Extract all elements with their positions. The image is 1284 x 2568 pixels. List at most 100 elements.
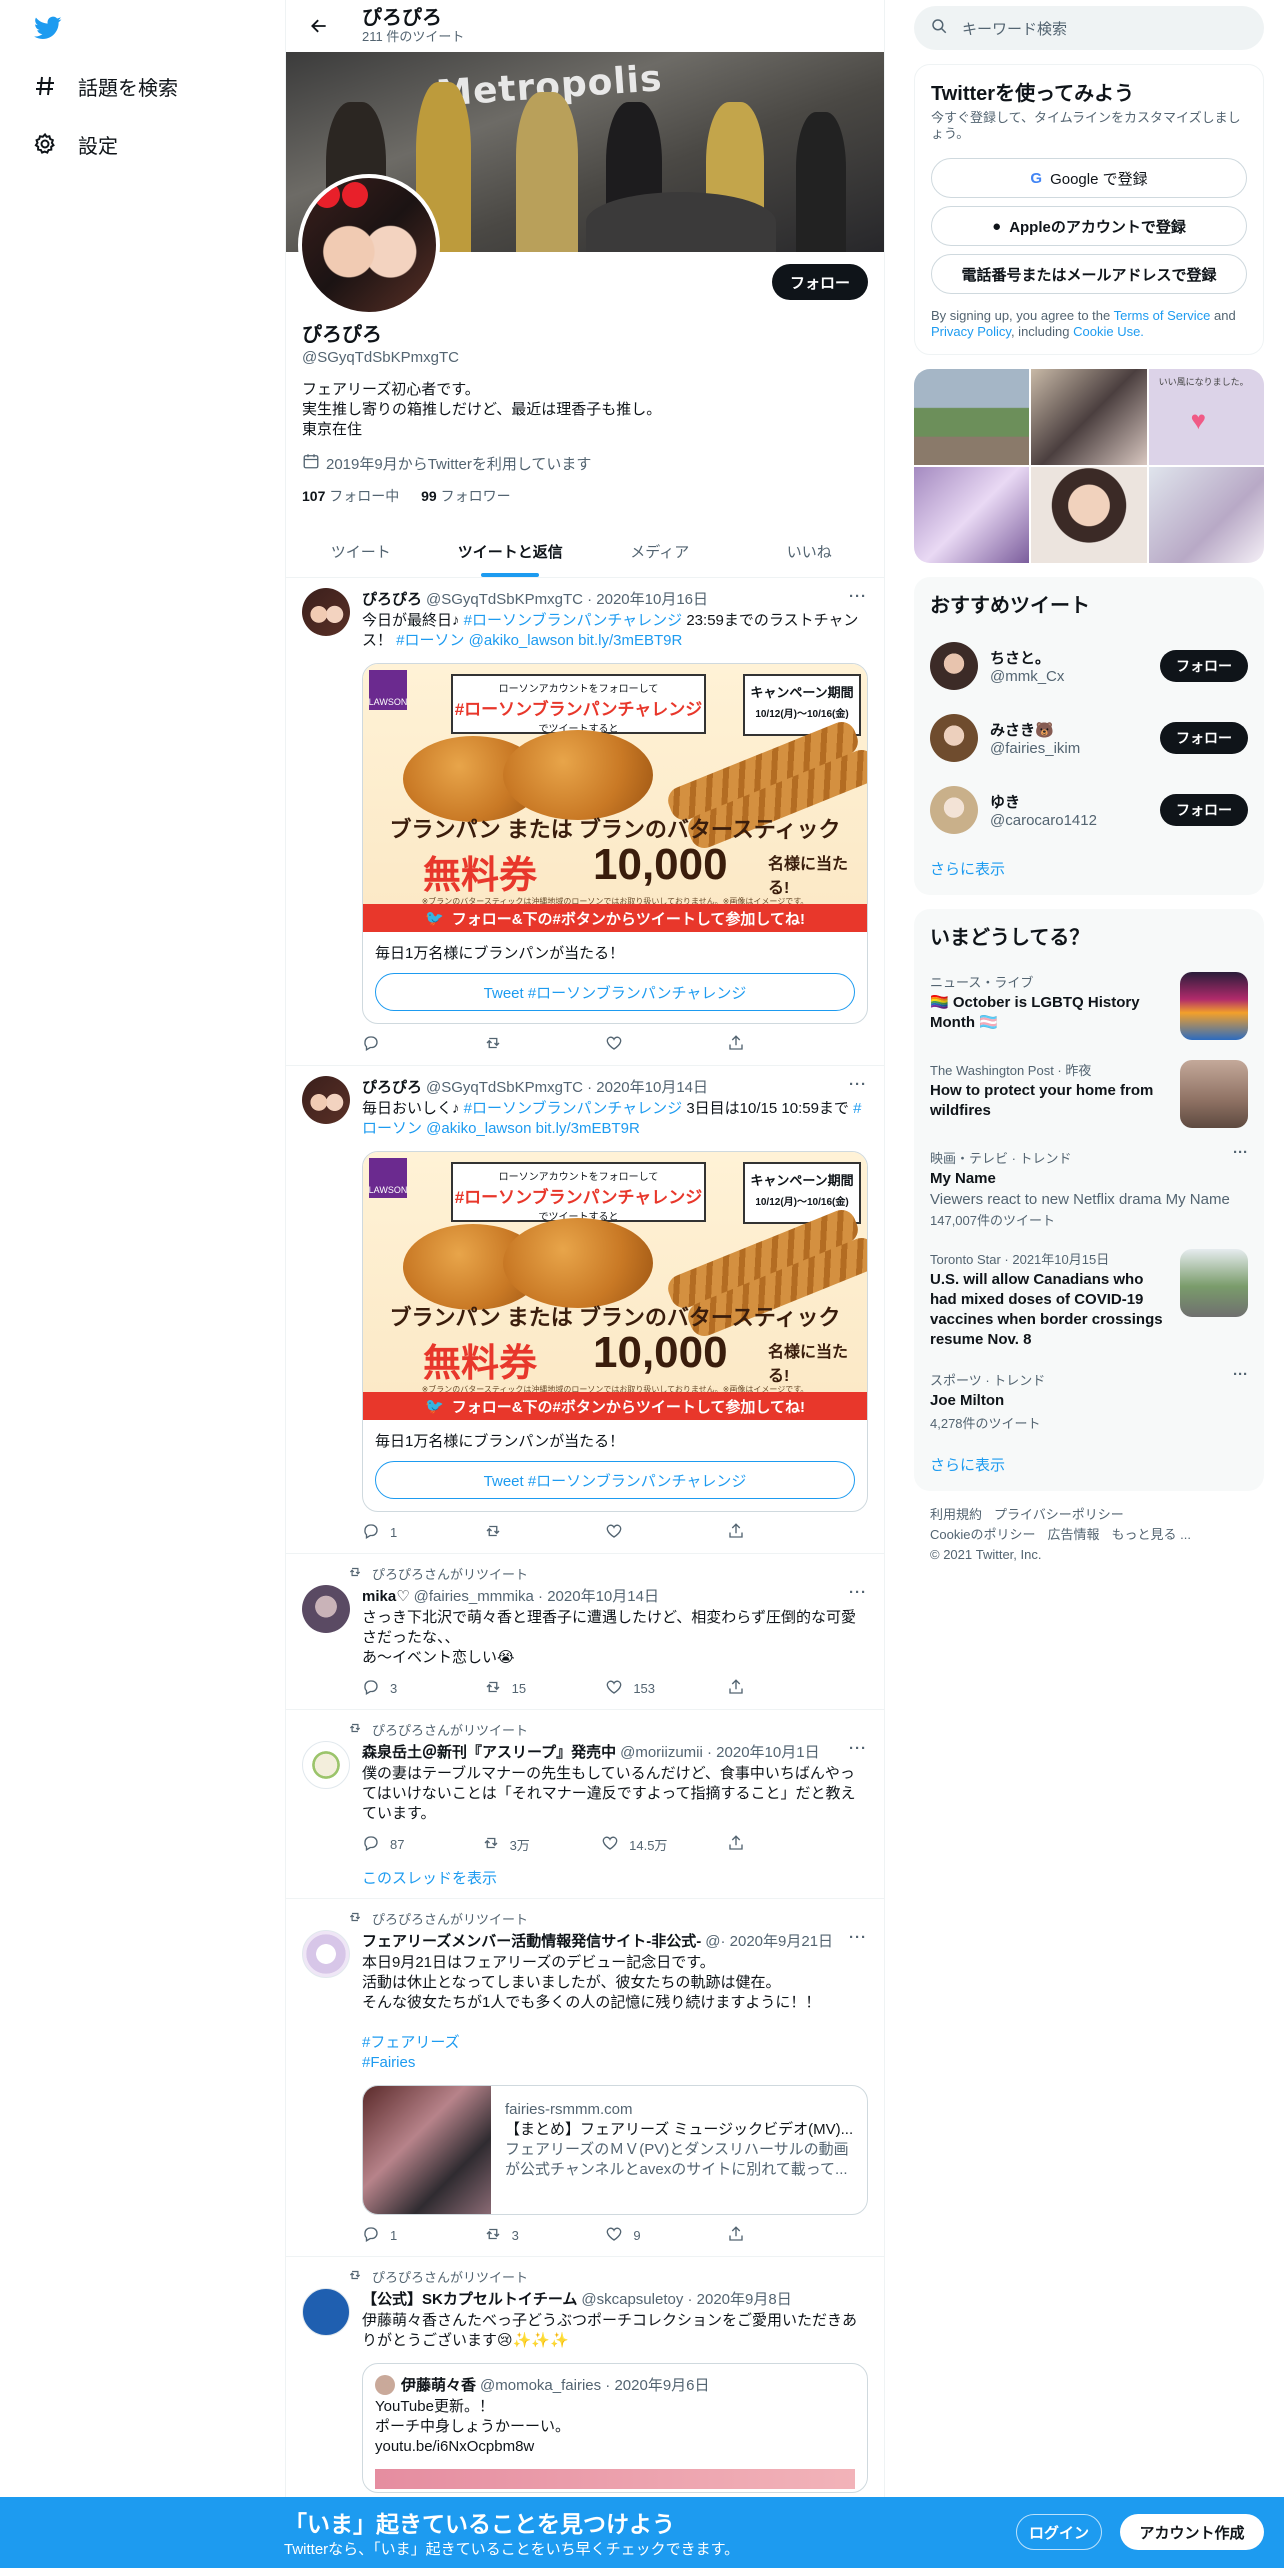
- media-thumb[interactable]: [914, 467, 1030, 563]
- quoted-tweet[interactable]: 伊藤萌々香 @momoka_fairies · 2020年9月6日 YouTube…: [362, 2363, 868, 2493]
- avatar[interactable]: [930, 714, 978, 762]
- create-account-button[interactable]: アカウント作成: [1120, 2514, 1264, 2550]
- login-button[interactable]: ログイン: [1016, 2514, 1102, 2550]
- avatar[interactable]: [302, 1741, 350, 1789]
- hashtag-link[interactable]: #ローソンブランパンチャレンジ: [464, 612, 683, 629]
- tweet[interactable]: ぴろぴろさんがリツイート ··· フェアリーズメンバー活動情報発信サイト-非公式…: [286, 1899, 884, 2257]
- more-options-icon[interactable]: ···: [848, 588, 868, 605]
- tweet[interactable]: ぴろぴろさんがリツイート 【公式】SKカプセルトイチーム @skcapsuleto…: [286, 2257, 884, 2500]
- follow-button[interactable]: フォロー: [1160, 650, 1248, 682]
- hashtag-link[interactable]: #ローソンブランパンチャレンジ: [464, 1100, 683, 1117]
- footer-link[interactable]: もっと見る ...: [1111, 1527, 1190, 1542]
- tweet-author[interactable]: ぴろぴろ: [362, 588, 422, 609]
- tweet-author[interactable]: ぴろぴろ: [362, 1076, 422, 1097]
- like-button[interactable]: 153: [605, 1678, 665, 1699]
- like-button[interactable]: 9: [605, 2225, 665, 2246]
- footer-link[interactable]: プライバシーポリシー: [994, 1507, 1124, 1522]
- share-button[interactable]: [727, 1678, 787, 1699]
- tab-media[interactable]: メディア: [585, 526, 735, 577]
- avatar[interactable]: [302, 1930, 350, 1978]
- footer-link[interactable]: Cookieのポリシー: [930, 1527, 1035, 1542]
- tweet-links[interactable]: #ローソン @akiko_lawson bit.ly/3mEBT9R: [396, 632, 682, 649]
- share-button[interactable]: [727, 1034, 787, 1055]
- retweet-button[interactable]: 3万: [482, 1834, 542, 1855]
- avatar[interactable]: [302, 1076, 350, 1124]
- trend-item[interactable]: Toronto Star · 2021年10月15日 U.S. will allo…: [914, 1239, 1264, 1360]
- retweet-button[interactable]: 3: [484, 2225, 544, 2246]
- media-thumb[interactable]: [914, 369, 1030, 465]
- follow-suggestion[interactable]: ゆき @carocaro1412 フォロー: [914, 774, 1264, 846]
- hashtag-link[interactable]: #フェアリーズ: [362, 2033, 868, 2053]
- tweet[interactable]: ぴろぴろさんがリツイート ··· mika♡ @fairies_mmmika · …: [286, 1554, 884, 1710]
- apple-signup-button[interactable]: ● Appleのアカウントで登録: [931, 206, 1247, 246]
- media-thumb[interactable]: いい風になりました。 ♥: [1148, 369, 1264, 465]
- media-thumb[interactable]: [1031, 467, 1147, 563]
- reply-button[interactable]: 3: [362, 1678, 422, 1699]
- cookie-link[interactable]: Cookie Use.: [1073, 324, 1144, 339]
- more-options-icon[interactable]: ···: [1233, 1366, 1248, 1383]
- follow-suggestion[interactable]: ちさと。 @mmk_Cx フォロー: [914, 630, 1264, 702]
- retweet-button[interactable]: [484, 1034, 544, 1055]
- search-bar[interactable]: キーワード検索: [914, 6, 1264, 50]
- media-thumb[interactable]: [1031, 369, 1147, 465]
- card-tweet-button[interactable]: Tweet #ローソンブランパンチャレンジ: [375, 1461, 855, 1499]
- retweet-button[interactable]: 15: [484, 1678, 544, 1699]
- reply-button[interactable]: 87: [362, 1834, 422, 1855]
- tweet[interactable]: ぴろぴろさんがリツイート ··· 森泉岳土＠新刊『アスリープ』発売中 @morii…: [286, 1710, 884, 1899]
- card-tweet-button[interactable]: Tweet #ローソンブランパンチャレンジ: [375, 973, 855, 1011]
- retweet-button[interactable]: [484, 1522, 544, 1543]
- followers-link[interactable]: 99 フォロワー: [421, 488, 510, 504]
- trend-item[interactable]: ··· 映画・テレビ · トレンド My Name Viewers react to…: [914, 1138, 1264, 1239]
- follow-suggestion[interactable]: みさき🐻 @fairies_ikim フォロー: [914, 702, 1264, 774]
- reply-button[interactable]: [362, 1034, 422, 1055]
- like-button[interactable]: [605, 1522, 665, 1543]
- like-button[interactable]: [605, 1034, 665, 1055]
- privacy-link[interactable]: Privacy Policy: [931, 324, 1011, 339]
- avatar[interactable]: [302, 588, 350, 636]
- follow-button[interactable]: フォロー: [1160, 722, 1248, 754]
- reply-button[interactable]: 1: [362, 1522, 422, 1543]
- tweet[interactable]: ··· ぴろぴろ @SGyqTdSbKPmxgTC · 2020年10月16日 今…: [286, 578, 884, 1066]
- tweet[interactable]: ··· ぴろぴろ @SGyqTdSbKPmxgTC · 2020年10月14日 毎…: [286, 1066, 884, 1554]
- terms-link[interactable]: Terms of Service: [1114, 308, 1211, 323]
- media-thumb[interactable]: [1148, 467, 1264, 563]
- show-thread-link[interactable]: このスレッドを表示: [302, 1867, 868, 1888]
- share-button[interactable]: [727, 1834, 787, 1855]
- more-options-icon[interactable]: ···: [1233, 1144, 1248, 1161]
- more-options-icon[interactable]: ···: [848, 1740, 868, 1757]
- avatar[interactable]: [930, 642, 978, 690]
- promo-card[interactable]: LAWSON ローソンアカウントをフォローして#ローソンブランパンチャレンジでツ…: [362, 663, 868, 1024]
- trend-item[interactable]: ニュース・ライブ 🏳️‍🌈 October is LGBTQ History Mo…: [914, 962, 1264, 1050]
- share-button[interactable]: [727, 1522, 787, 1543]
- search-input[interactable]: キーワード検索: [962, 18, 1067, 39]
- footer-link[interactable]: 利用規約: [930, 1507, 982, 1522]
- link-card[interactable]: fairies-rsmmm.com 【まとめ】フェアリーズ ミュージックビデオ(…: [362, 2085, 868, 2215]
- trend-item[interactable]: The Washington Post · 昨夜 How to protect y…: [914, 1050, 1264, 1138]
- twitter-logo-icon[interactable]: [32, 14, 64, 42]
- back-arrow-icon[interactable]: [302, 9, 336, 43]
- avatar[interactable]: [302, 1585, 350, 1633]
- more-options-icon[interactable]: ···: [848, 1929, 868, 1946]
- tab-tweets[interactable]: ツイート: [286, 526, 436, 577]
- profile-avatar[interactable]: [298, 174, 440, 316]
- promo-card[interactable]: LAWSON ローソンアカウントをフォローして#ローソンブランパンチャレンジでツ…: [362, 1151, 868, 1512]
- tweet-author[interactable]: フェアリーズメンバー活動情報発信サイト-非公式-: [362, 1930, 701, 1951]
- tweet-author[interactable]: mika♡: [362, 1587, 410, 1605]
- avatar[interactable]: [302, 2288, 350, 2336]
- reply-button[interactable]: 1: [362, 2225, 422, 2246]
- follow-button[interactable]: フォロー: [771, 264, 868, 300]
- hashtag-link[interactable]: #Fairies: [362, 2053, 868, 2073]
- show-more-link[interactable]: さらに表示: [914, 846, 1264, 895]
- following-link[interactable]: 107 フォロー中: [302, 488, 399, 504]
- tweet-author[interactable]: 【公式】SKカプセルトイチーム: [362, 2288, 577, 2309]
- trends-show-more-link[interactable]: さらに表示: [914, 1442, 1264, 1491]
- nav-settings[interactable]: 設定: [32, 124, 118, 164]
- tab-tweets-and-replies[interactable]: ツイートと返信: [436, 526, 586, 577]
- phone-signup-button[interactable]: 電話番号またはメールアドレスで登録: [931, 254, 1247, 294]
- nav-explore[interactable]: 話題を検索: [32, 66, 178, 106]
- follow-button[interactable]: フォロー: [1160, 794, 1248, 826]
- more-options-icon[interactable]: ···: [848, 1584, 868, 1601]
- tweet-author[interactable]: 森泉岳土＠新刊『アスリープ』発売中: [362, 1741, 616, 1762]
- tab-likes[interactable]: いいね: [735, 526, 885, 577]
- footer-link[interactable]: 広告情報: [1047, 1527, 1099, 1542]
